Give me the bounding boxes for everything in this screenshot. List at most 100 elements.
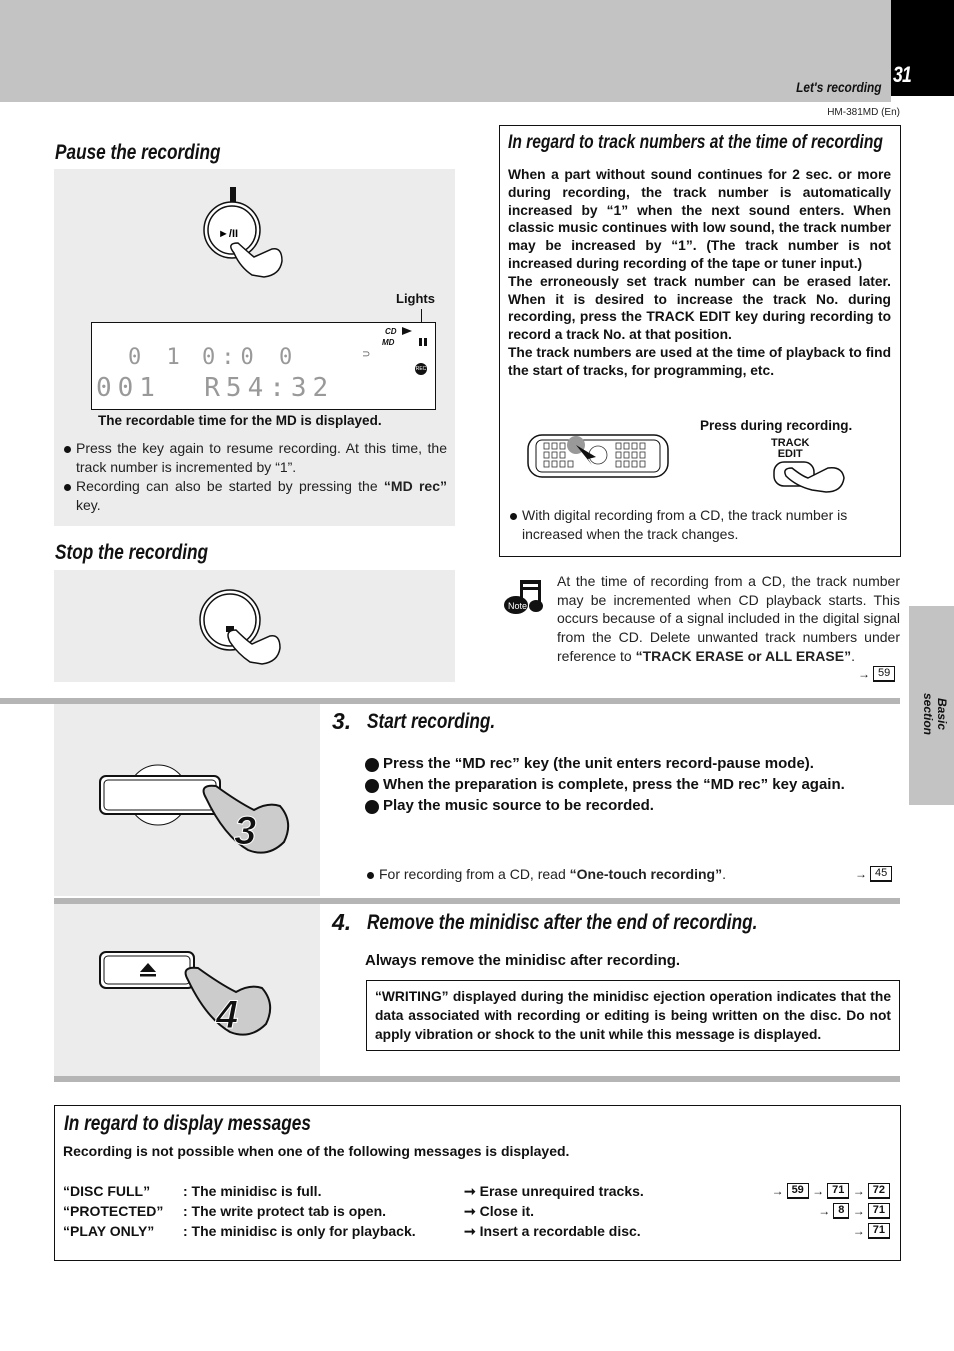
lcd-track: 0 1 (128, 345, 186, 370)
ref-arrow-icon: → (808, 1184, 825, 1198)
step4-title: Remove the minidisc after the end of rec… (367, 911, 758, 934)
step3-item-1: 1 Press the “MD rec” key (the unit enters… (359, 753, 891, 774)
step4-number: 4. (332, 909, 352, 935)
pause-notes: Press the key again to resume recording.… (62, 439, 447, 515)
page-ref-link[interactable]: 71 (867, 1203, 890, 1220)
track-numbers-title: In regard to track numbers at the time o… (508, 132, 883, 153)
pause-note-2-text: Recording can also be started by pressin… (76, 478, 384, 494)
lcd-display: 0 1 0:0 0 001 R54:32 CD MD ⊃ REC (91, 322, 436, 410)
track-numbers-box: In regard to track numbers at the time o… (499, 125, 901, 557)
indicator-cd: CD (385, 327, 397, 336)
track-edit-button-illustration (773, 461, 845, 493)
lcd-time: 0:0 0 (202, 345, 299, 370)
pause-note-2: Recording can also be started by pressin… (62, 477, 447, 515)
note-page-ref[interactable]: → 59 (858, 665, 896, 683)
step-marker-3: 3 (359, 800, 379, 814)
track-numbers-text: When a part without sound continues for … (508, 166, 891, 380)
model-number: HM-381MD (En) (827, 107, 900, 118)
note-icon-label: Note (508, 601, 527, 611)
pause-panel: ►/II Lights 0 1 0:0 0 001 R54:32 CD MD ⊃… (54, 169, 455, 526)
message-meaning: : The minidisc is only for playback. (183, 1222, 416, 1239)
note-text-bold: “TRACK ERASE or ALL ERASE” (635, 647, 852, 664)
ref-arrow-icon: → (849, 1204, 865, 1218)
message-page-refs: → 71 (764, 1221, 890, 1241)
step3-page-ref[interactable]: → 45 (855, 865, 893, 883)
track-edit-key-label: TRACK EDIT (771, 438, 810, 460)
play-pause-button-illustration: ►/II (203, 187, 283, 278)
page-number: 31 (893, 62, 912, 87)
step3-illustration-panel: 3 (54, 704, 320, 896)
step3-title: Start recording. (367, 710, 496, 733)
step3-badge: 3 (234, 809, 256, 853)
step3-item-2-text: When the preparation is complete, press … (383, 776, 845, 793)
page-ref-link[interactable]: 72 (867, 1183, 890, 1200)
display-messages-title: In regard to display messages (64, 1112, 311, 1135)
page-ref-link[interactable]: 59 (873, 665, 896, 682)
rec-indicator-icon: REC (415, 363, 427, 375)
step4-subtitle: Always remove the minidisc after recordi… (365, 952, 681, 969)
message-row: “DISC FULL”: The minidisc is full. ➞ Eras… (63, 1181, 890, 1201)
message-action: ➞ Close it. (464, 1202, 535, 1219)
pause-note-1: Press the key again to resume recording.… (62, 439, 447, 477)
step4-badge: 4 (215, 993, 238, 1037)
page-ref-link[interactable]: 59 (786, 1183, 809, 1200)
divider-bottom (54, 1076, 900, 1082)
ref-arrow-icon: → (855, 867, 867, 881)
display-messages-table: “DISC FULL”: The minidisc is full. ➞ Eras… (63, 1181, 890, 1241)
step-marker-2: 2 (359, 779, 379, 793)
ref-arrow-icon: → (771, 1184, 784, 1198)
stop-title: Stop the recording (55, 541, 209, 564)
side-tab-label: Basic section (921, 692, 949, 735)
lights-label: Lights (396, 291, 435, 306)
svg-text:►/II: ►/II (218, 228, 238, 240)
writing-warning-box: “WRITING” displayed during the minidisc … (366, 980, 900, 1051)
page-ref-link[interactable]: 45 (870, 865, 893, 882)
lcd-line2: 001 R54:32 (96, 373, 335, 403)
pause-title: Pause the recording (55, 141, 221, 164)
step3-item-1-text: Press the “MD rec” key (the unit enters … (383, 755, 814, 772)
stop-button-illustration (199, 589, 281, 665)
display-messages-intro: Recording is not possible when one of th… (63, 1143, 570, 1159)
note-icon: Note (504, 580, 543, 614)
header-band (0, 0, 891, 102)
step3-note-tail: . (722, 866, 726, 882)
message-action: ➞ Erase unrequired tracks. (464, 1182, 644, 1199)
pause-indicator-icon (419, 338, 427, 346)
lcd-caption: The recordable time for the MD is displa… (98, 413, 382, 428)
pause-note-2-tail: key. (76, 497, 101, 513)
step3-note-text: For recording from a CD, read (379, 866, 570, 882)
page-ref-link[interactable]: 71 (867, 1223, 890, 1240)
ref-arrow-icon: → (818, 1204, 831, 1218)
page-ref-link[interactable]: 8 (833, 1203, 850, 1220)
track-numbers-note: With digital recording from a CD, the tr… (508, 506, 897, 544)
ref-arrow-icon: → (858, 667, 870, 681)
message-action: ➞ Insert a recordable disc. (464, 1222, 641, 1239)
remote-control-illustration (527, 434, 669, 478)
step3-number: 3. (332, 708, 352, 734)
message-code: “PROTECTED” (63, 1202, 164, 1219)
step3-note-bold: “One-touch recording” (569, 866, 723, 882)
stop-panel (54, 570, 455, 682)
track-edit-label-line-2: EDIT (777, 448, 803, 460)
message-row: “PLAY ONLY” : The minidisc is only for pl… (63, 1221, 890, 1241)
message-page-refs: → 59 → 71 → 72 (764, 1181, 890, 1201)
ref-arrow-icon: → (852, 1224, 865, 1238)
display-messages-box: In regard to display messages Recording … (54, 1105, 901, 1261)
step4-illustration-panel: 4 (54, 904, 320, 1076)
indicator-md: MD (382, 338, 395, 347)
track-numbers-para-2: The erroneously set track number can be … (508, 273, 891, 343)
press-during-recording-label: Press during recording. (700, 418, 853, 433)
step3-item-2: 2 When the preparation is complete, press… (359, 774, 891, 795)
message-meaning: : The write protect tab is open. (183, 1202, 387, 1219)
message-page-refs: → 8 → 71 (764, 1201, 890, 1221)
message-meaning: : The minidisc is full. (183, 1182, 322, 1199)
track-numbers-para-1: When a part without sound continues for … (508, 167, 891, 271)
step3-item-3: 3 Play the music source to be recorded. (359, 795, 891, 816)
message-code: “PLAY ONLY” (63, 1222, 155, 1239)
section-title: Let's recording (796, 79, 882, 95)
message-row: “PROTECTED” : The write protect tab is op… (63, 1201, 890, 1221)
play-indicator-icon (402, 327, 412, 335)
track-numbers-para-3: The track numbers are used at the time o… (508, 344, 891, 378)
eject-button-illustration: 4 (99, 951, 272, 1038)
page-ref-link[interactable]: 71 (827, 1183, 850, 1200)
